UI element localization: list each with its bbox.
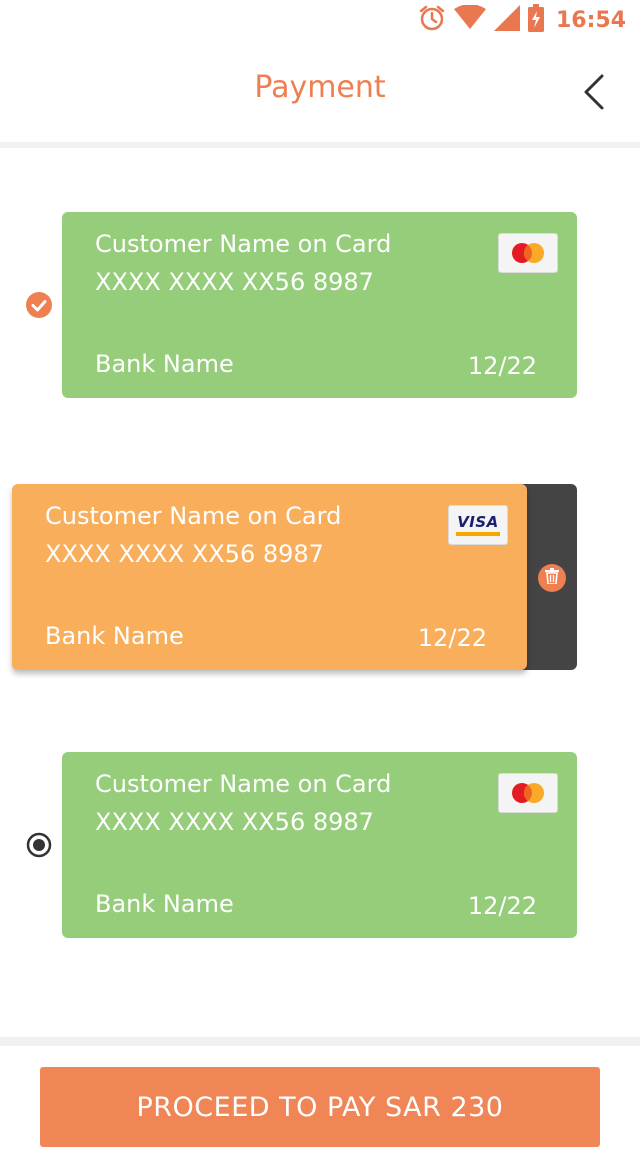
delete-card-button[interactable] (538, 564, 566, 592)
saved-card-row-swiped: Customer Name on Card XXXX XXXX XX56 898… (0, 484, 640, 670)
bank-name: Bank Name (95, 350, 234, 378)
back-button[interactable] (578, 74, 610, 114)
status-bar: 16:54 (0, 0, 640, 40)
footer-divider (0, 1037, 640, 1046)
header-divider (0, 142, 640, 148)
app-header: Payment (0, 40, 640, 142)
status-time: 16:54 (555, 7, 626, 33)
trash-icon (545, 568, 559, 588)
card-number: XXXX XXXX XX56 8987 (95, 808, 374, 836)
page-title: Payment (254, 70, 386, 105)
card-number: XXXX XXXX XX56 8987 (95, 268, 374, 296)
signal-icon (493, 5, 520, 35)
proceed-to-pay-button[interactable]: PROCEED TO PAY SAR 230 (40, 1067, 600, 1147)
card-expiry: 12/22 (467, 352, 537, 380)
footer: PROCEED TO PAY SAR 230 (0, 1046, 640, 1167)
selected-check-icon[interactable] (26, 292, 52, 318)
card-holder-name: Customer Name on Card (95, 770, 392, 798)
payment-card[interactable]: Customer Name on Card XXXX XXXX XX56 898… (62, 212, 577, 398)
status-icons: 16:54 (418, 4, 626, 36)
radio-button-icon[interactable] (26, 832, 52, 858)
card-expiry: 12/22 (417, 624, 487, 652)
payment-card[interactable]: Customer Name on Card XXXX XXXX XX56 898… (62, 752, 577, 938)
visa-logo-icon: VISA (448, 505, 508, 545)
card-expiry: 12/22 (467, 892, 537, 920)
card-number: XXXX XXXX XX56 8987 (45, 540, 324, 568)
battery-charging-icon (527, 4, 544, 36)
bank-name: Bank Name (95, 890, 234, 918)
visa-logo-stripe (456, 532, 500, 536)
saved-card-row: Customer Name on Card XXXX XXXX XX56 898… (0, 212, 640, 398)
card-holder-name: Customer Name on Card (95, 230, 392, 258)
saved-card-row: Customer Name on Card XXXX XXXX XX56 898… (0, 752, 640, 938)
mastercard-logo-icon (498, 233, 558, 273)
payment-card[interactable]: Customer Name on Card XXXX XXXX XX56 898… (12, 484, 527, 670)
visa-logo-text: VISA (457, 513, 499, 531)
mastercard-logo-icon (498, 773, 558, 813)
card-holder-name: Customer Name on Card (45, 502, 342, 530)
alarm-icon (418, 4, 446, 36)
bank-name: Bank Name (45, 622, 184, 650)
wifi-icon (453, 4, 486, 35)
chevron-left-icon (583, 74, 605, 114)
